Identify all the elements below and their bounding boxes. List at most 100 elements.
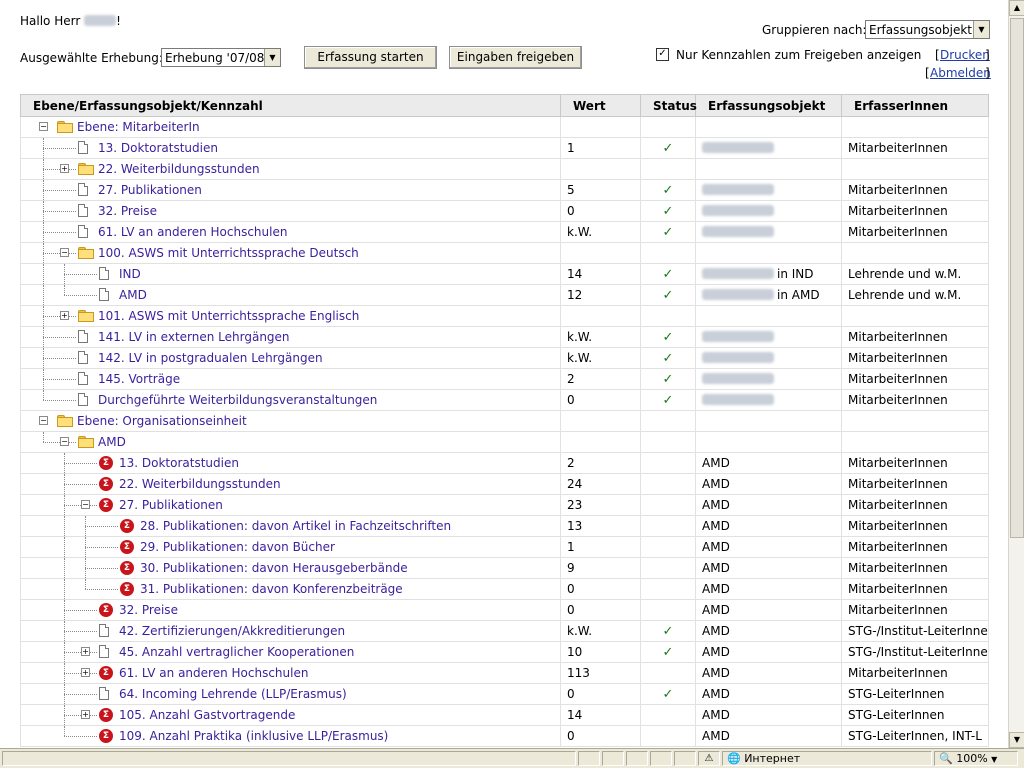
table-row[interactable]: 141. LV in externen Lehrgängen k.W. ✓ Mitar… xyxy=(20,326,989,348)
kennzahl-label[interactable]: 27. Publikationen xyxy=(119,498,223,512)
kennzahl-label[interactable]: AMD xyxy=(98,435,126,449)
value-cell: 14 xyxy=(560,263,641,285)
kennzahl-label[interactable]: 22. Weiterbildungsstunden xyxy=(119,477,281,491)
kennzahl-label[interactable]: 45. Anzahl vertraglicher Kooperationen xyxy=(119,645,354,659)
table-row[interactable]: 64. Incoming Lehrende (LLP/Erasmus) 0 ✓ AMD… xyxy=(20,683,989,705)
warning-icon[interactable]: ⚠ xyxy=(698,751,720,766)
vertical-scrollbar[interactable]: ▲ ▼ xyxy=(1008,0,1024,748)
kennzahl-label[interactable]: 13. Doktoratstudien xyxy=(98,141,218,155)
value-cell: 1 xyxy=(560,536,641,558)
table-row[interactable]: − Ebene: MitarbeiterIn xyxy=(20,116,989,138)
kennzahl-label[interactable]: 105. Anzahl Gastvortragende xyxy=(119,708,295,722)
expand-icon[interactable]: + xyxy=(81,647,90,656)
object-cell: AMD xyxy=(695,662,842,684)
col-header-value[interactable]: Wert xyxy=(560,94,641,117)
erhebung-select[interactable]: Erhebung '07/08' ▼ xyxy=(161,48,281,67)
collapse-icon[interactable]: − xyxy=(81,500,90,509)
zoom-control[interactable]: 🔍 100% ▼ xyxy=(934,751,1018,766)
kennzahl-label[interactable]: 100. ASWS mit Unterrichtssprache Deutsch xyxy=(98,246,359,260)
kennzahl-label[interactable]: 22. Weiterbildungsstunden xyxy=(98,162,260,176)
only-release-label: Nur Kennzahlen zum Freigeben anzeigen xyxy=(676,48,922,62)
scroll-thumb[interactable] xyxy=(1010,18,1024,538)
tree-guide-line xyxy=(43,264,44,284)
kennzahl-label[interactable]: 141. LV in externen Lehrgängen xyxy=(98,330,290,344)
chevron-down-icon[interactable]: ▼ xyxy=(991,755,997,764)
table-row[interactable]: Σ 31. Publikationen: davon Konferenzbeitr… xyxy=(20,578,989,600)
kennzahl-label[interactable]: 28. Publikationen: davon Artikel in Fach… xyxy=(140,519,451,533)
table-row[interactable]: Σ 32. Preise 0 AMD MitarbeiterInnen xyxy=(20,599,989,621)
table-row[interactable]: Σ 13. Doktoratstudien 2 AMD MitarbeiterInnen xyxy=(20,452,989,474)
kennzahl-label[interactable]: 32. Preise xyxy=(119,603,178,617)
table-row[interactable]: Durchgeführte Weiterbildungsveranstaltun… xyxy=(20,389,989,411)
table-row[interactable]: + Σ 61. LV an anderen Hochschulen 113 AMD Mit… xyxy=(20,662,989,684)
expand-icon[interactable]: + xyxy=(60,164,69,173)
collapse-icon[interactable]: − xyxy=(39,416,48,425)
table-row[interactable]: 61. LV an anderen Hochschulen k.W. ✓ Mitarb… xyxy=(20,221,989,243)
tree-cell: 142. LV in postgradualen Lehrgängen xyxy=(20,347,561,369)
kennzahl-label[interactable]: AMD xyxy=(119,288,147,302)
table-row[interactable]: 13. Doktoratstudien 1 ✓ MitarbeiterInnen xyxy=(20,137,989,159)
print-link[interactable]: Drucken xyxy=(940,48,990,62)
col-header-collectors[interactable]: ErfasserInnen xyxy=(841,94,989,117)
col-header-status[interactable]: Status xyxy=(640,94,697,117)
release-entries-button[interactable]: Eingaben freigeben xyxy=(449,46,582,69)
tree-guide-line xyxy=(64,631,97,632)
table-row[interactable]: Σ 29. Publikationen: davon Bücher 1 AMD Mita… xyxy=(20,536,989,558)
table-row[interactable]: +22. Weiterbildungsstunden xyxy=(20,158,989,180)
table-row[interactable]: − Ebene: Organisationseinheit xyxy=(20,410,989,432)
kennzahl-label[interactable]: 30. Publikationen: davon Herausgeberbänd… xyxy=(140,561,408,575)
only-release-checkbox[interactable]: ✓ xyxy=(656,48,669,61)
kennzahl-label[interactable]: 31. Publikationen: davon Konferenzbeiträ… xyxy=(140,582,403,596)
kennzahl-label[interactable]: IND xyxy=(119,267,141,281)
table-row[interactable]: +45. Anzahl vertraglicher Kooperationen 1… xyxy=(20,641,989,663)
kennzahl-label[interactable]: 42. Zertifizierungen/Akkreditierungen xyxy=(119,624,345,638)
kennzahl-label[interactable]: 13. Doktoratstudien xyxy=(119,456,239,470)
logout-link[interactable]: Abmelden xyxy=(930,66,991,80)
table-row[interactable]: 27. Publikationen 5 ✓ MitarbeiterInnen xyxy=(20,179,989,201)
expand-icon[interactable]: + xyxy=(81,668,90,677)
col-header-object[interactable]: Erfassungsobjekt xyxy=(695,94,842,117)
scroll-up-icon[interactable]: ▲ xyxy=(1009,0,1024,16)
table-row[interactable]: − AMD xyxy=(20,431,989,453)
kennzahl-label[interactable]: 29. Publikationen: davon Bücher xyxy=(140,540,335,554)
expand-icon[interactable]: + xyxy=(60,311,69,320)
chevron-down-icon[interactable]: ▼ xyxy=(973,21,989,38)
table-row[interactable]: AMD 12 ✓ in AMD Lehrende und w.M. xyxy=(20,284,989,306)
kennzahl-label[interactable]: 64. Incoming Lehrende (LLP/Erasmus) xyxy=(119,687,347,701)
group-by-select[interactable]: Erfassungsobjekt ▼ xyxy=(865,20,990,39)
kennzahl-label[interactable]: 61. LV an anderen Hochschulen xyxy=(98,225,287,239)
collapse-icon[interactable]: − xyxy=(60,248,69,257)
scroll-down-icon[interactable]: ▼ xyxy=(1009,732,1024,748)
table-row[interactable]: 145. Vorträge 2 ✓ MitarbeiterInnen xyxy=(20,368,989,390)
expand-icon[interactable]: + xyxy=(81,710,90,719)
table-row[interactable]: − Σ 27. Publikationen 23 AMD MitarbeiterInnen xyxy=(20,494,989,516)
table-row[interactable]: Σ 28. Publikationen: davon Artikel in Fac… xyxy=(20,515,989,537)
kennzahl-label[interactable]: 142. LV in postgradualen Lehrgängen xyxy=(98,351,323,365)
table-row[interactable]: Σ 22. Weiterbildungsstunden 24 AMD Mitarbeit… xyxy=(20,473,989,495)
kennzahl-label[interactable]: 109. Anzahl Praktika (inklusive LLP/Eras… xyxy=(119,729,388,743)
col-header-level[interactable]: Ebene/Erfassungsobjekt/Kennzahl xyxy=(20,94,561,117)
security-zone[interactable]: 🌐 Интернет xyxy=(722,751,932,766)
kennzahl-label[interactable]: 32. Preise xyxy=(98,204,157,218)
table-row[interactable]: +101. ASWS mit Unterrichtssprache Englis… xyxy=(20,305,989,327)
kennzahl-label[interactable]: 27. Publikationen xyxy=(98,183,202,197)
table-row[interactable]: 42. Zertifizierungen/Akkreditierungen k.W… xyxy=(20,620,989,642)
table-row[interactable]: + Σ 105. Anzahl Gastvortragende 14 AMD STG-Le… xyxy=(20,704,989,726)
table-row[interactable]: Σ 109. Anzahl Praktika (inklusive LLP/Era… xyxy=(20,725,989,747)
table-row[interactable]: 32. Preise 0 ✓ MitarbeiterInnen xyxy=(20,200,989,222)
start-capture-button[interactable]: Erfassung starten xyxy=(304,46,437,69)
table-row[interactable]: IND 14 ✓ in IND Lehrende und w.M. xyxy=(20,263,989,285)
kennzahl-label[interactable]: Ebene: MitarbeiterIn xyxy=(77,120,200,134)
kennzahl-label[interactable]: Ebene: Organisationseinheit xyxy=(77,414,247,428)
kennzahl-label[interactable]: 101. ASWS mit Unterrichtssprache Englisc… xyxy=(98,309,359,323)
table-row[interactable]: 142. LV in postgradualen Lehrgängen k.W. ✓… xyxy=(20,347,989,369)
kennzahl-label[interactable]: 145. Vorträge xyxy=(98,372,180,386)
table-row[interactable]: − 100. ASWS mit Unterrichtssprache Deutsc… xyxy=(20,242,989,264)
chevron-down-icon[interactable]: ▼ xyxy=(264,49,280,66)
collectors-cell: STG-/Institut-LeiterInne xyxy=(841,620,989,642)
kennzahl-label[interactable]: 61. LV an anderen Hochschulen xyxy=(119,666,308,680)
collapse-icon[interactable]: − xyxy=(39,122,48,131)
table-row[interactable]: Σ 30. Publikationen: davon Herausgeberbän… xyxy=(20,557,989,579)
kennzahl-label[interactable]: Durchgeführte Weiterbildungsveranstaltun… xyxy=(98,393,377,407)
collapse-icon[interactable]: − xyxy=(60,437,69,446)
